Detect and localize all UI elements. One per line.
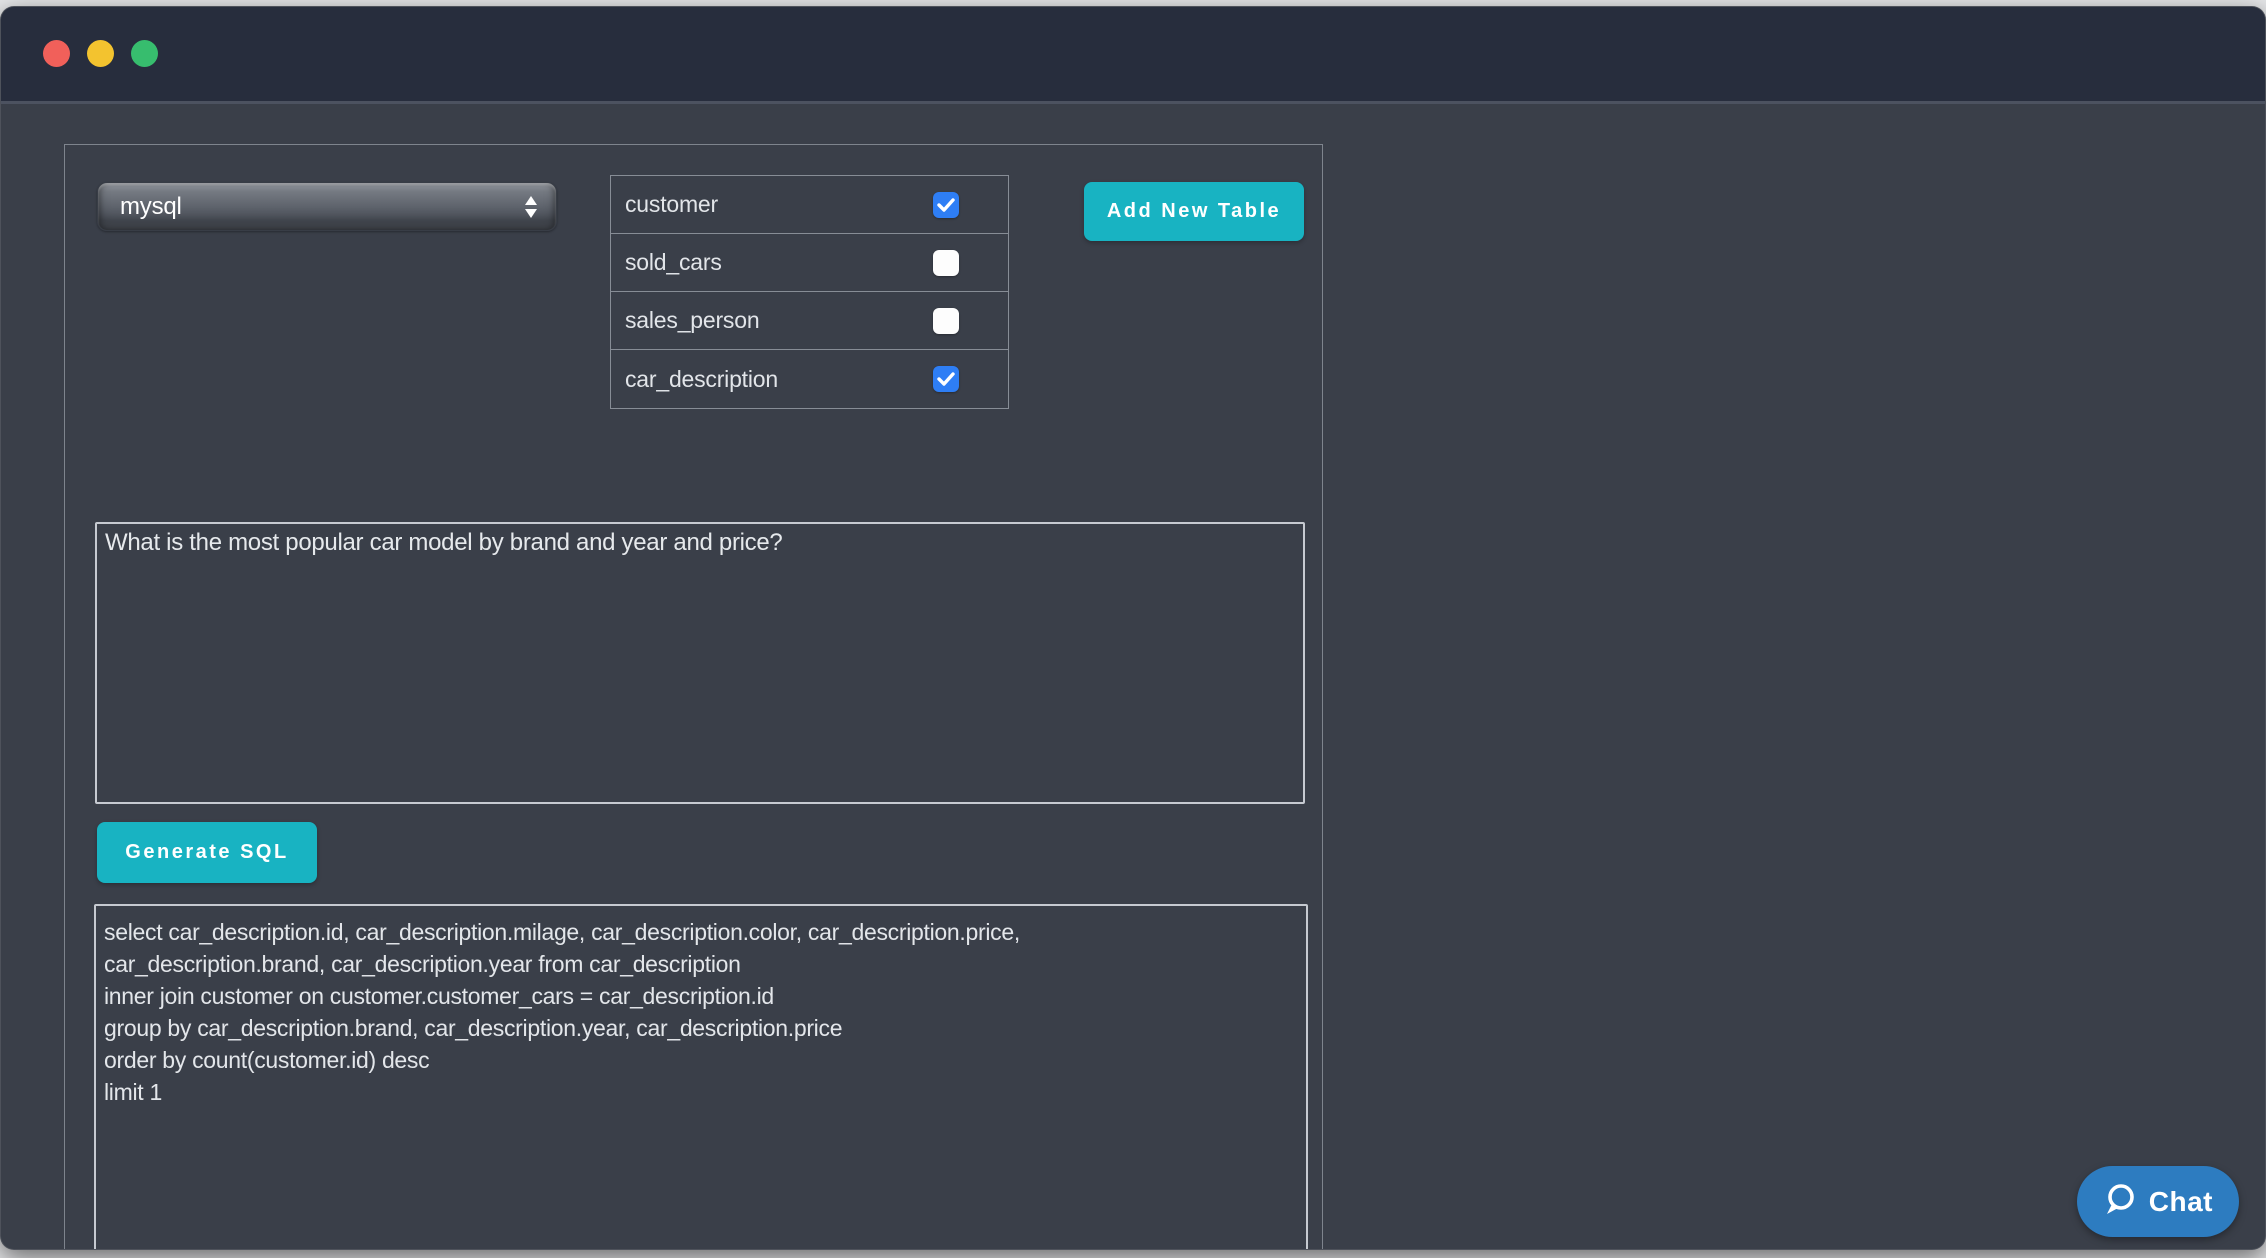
database-select[interactable]: mysql	[97, 182, 557, 231]
sql-output[interactable]: select car_description.id, car_descripti…	[94, 904, 1308, 1250]
close-button[interactable]	[43, 40, 70, 67]
table-checkbox[interactable]	[933, 308, 959, 334]
table-name: car_description	[625, 366, 933, 393]
app-window: mysql customer sold_cars	[0, 6, 2266, 1250]
table-list: customer sold_cars sales_person	[610, 175, 1009, 409]
table-name: sales_person	[625, 307, 933, 334]
table-row[interactable]: sold_cars	[611, 234, 1008, 292]
question-input[interactable]: What is the most popular car model by br…	[95, 522, 1305, 804]
select-spinner-icon	[524, 196, 538, 218]
table-name: sold_cars	[625, 249, 933, 276]
chat-button-label: Chat	[2149, 1186, 2213, 1218]
table-row[interactable]: sales_person	[611, 292, 1008, 350]
add-new-table-button[interactable]: Add New Table	[1084, 182, 1304, 241]
chat-button[interactable]: Chat	[2077, 1166, 2239, 1237]
generate-sql-button[interactable]: Generate SQL	[97, 822, 317, 883]
main-content: mysql customer sold_cars	[1, 107, 2265, 1249]
query-builder-panel: mysql customer sold_cars	[64, 144, 1323, 1250]
table-checkbox[interactable]	[933, 366, 959, 392]
titlebar	[1, 7, 2265, 104]
chat-bubble-icon	[2101, 1182, 2137, 1221]
table-row[interactable]: car_description	[611, 350, 1008, 408]
database-select-value: mysql	[120, 193, 524, 221]
table-checkbox[interactable]	[933, 250, 959, 276]
minimize-button[interactable]	[87, 40, 114, 67]
table-row[interactable]: customer	[611, 176, 1008, 234]
table-name: customer	[625, 191, 933, 218]
zoom-button[interactable]	[131, 40, 158, 67]
table-checkbox[interactable]	[933, 192, 959, 218]
